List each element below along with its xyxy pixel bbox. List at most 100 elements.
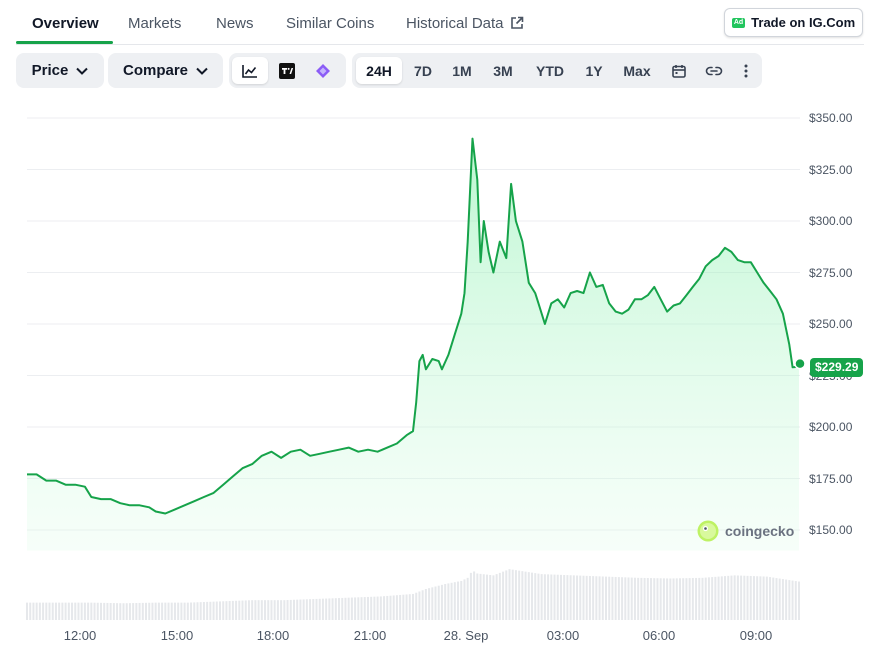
volume-bar — [469, 572, 472, 620]
volume-bar — [743, 575, 746, 620]
volume-bar — [518, 570, 521, 620]
y-tick-label: $350.00 — [809, 111, 853, 125]
volume-bar — [209, 601, 212, 620]
volume-bar — [749, 575, 752, 620]
volume-bar — [457, 581, 460, 620]
volume-bar — [534, 573, 537, 620]
volume-bar — [605, 576, 607, 620]
volume-bar — [321, 598, 324, 620]
volume-bar — [685, 578, 688, 620]
volume-bar — [328, 598, 331, 620]
volume-bar — [170, 602, 173, 620]
volume-bar — [334, 598, 337, 620]
volume-bar — [206, 601, 209, 620]
volume-bar — [231, 600, 234, 620]
volume-bar — [122, 603, 125, 620]
volume-bar — [389, 595, 392, 620]
price-area — [27, 138, 799, 551]
volume-bar — [383, 596, 386, 620]
volume-bar — [341, 597, 344, 620]
volume-bar — [109, 603, 112, 620]
volume-bar — [415, 592, 418, 620]
volume-bar — [286, 600, 289, 620]
volume-bar — [257, 600, 260, 620]
volume-bar — [675, 578, 678, 620]
volume-bar — [421, 590, 424, 620]
volume-bar — [752, 576, 755, 620]
last-price-dot — [794, 357, 806, 370]
volume-bar — [196, 602, 199, 620]
volume-bar — [302, 599, 305, 620]
volume-bar — [666, 578, 669, 620]
volume-bar — [566, 575, 569, 620]
volume-bar — [264, 600, 267, 620]
volume-bar — [138, 602, 141, 620]
y-tick-label: $275.00 — [809, 266, 853, 280]
volume-bar — [769, 577, 772, 620]
volume-bar — [662, 578, 665, 620]
volume-bar — [93, 602, 96, 620]
volume-bar — [627, 577, 630, 620]
volume-bar — [183, 602, 186, 620]
volume-bar — [701, 577, 704, 620]
volume-bar — [576, 575, 579, 620]
y-tick-label: $250.00 — [809, 317, 853, 331]
volume-bar — [650, 578, 653, 620]
volume-bar — [637, 577, 640, 620]
volume-bar — [408, 594, 411, 620]
volume-bar — [711, 577, 714, 620]
volume-bar — [83, 602, 86, 620]
y-tick-label: $200.00 — [809, 420, 853, 434]
volume-bar — [45, 602, 48, 620]
volume-bar — [653, 578, 656, 620]
volume-bar — [418, 591, 421, 620]
volume-bar — [431, 587, 434, 620]
volume-bar — [26, 602, 28, 620]
volume-bar — [485, 574, 488, 620]
volume-bar — [498, 572, 501, 620]
x-tick-label: 09:00 — [739, 628, 773, 643]
volume-bar — [350, 597, 353, 620]
volume-bar — [315, 598, 318, 620]
volume-bar — [402, 594, 405, 620]
volume-bar — [788, 580, 791, 620]
volume-bar — [370, 596, 373, 620]
volume-bar — [444, 584, 447, 620]
volume-bar — [502, 571, 505, 620]
volume-bar — [437, 585, 440, 620]
volume-bar — [103, 602, 106, 620]
volume-bar — [260, 600, 263, 620]
volume-bar — [717, 576, 720, 620]
volume-bar — [495, 574, 498, 620]
volume-bar — [35, 602, 38, 620]
volume-bar — [724, 576, 727, 620]
volume-bar — [325, 598, 328, 620]
volume-bar — [617, 577, 620, 620]
x-tick-label: 06:00 — [642, 628, 676, 643]
y-tick-label: $325.00 — [809, 163, 853, 177]
volume-bar — [395, 595, 398, 620]
volume-bar — [96, 602, 99, 620]
x-tick-label: 21:00 — [353, 628, 387, 643]
coingecko-watermark: coingecko — [697, 520, 794, 542]
volume-bar — [463, 579, 466, 620]
volume-bar — [267, 600, 270, 620]
price-chart — [26, 117, 806, 620]
volume-bar — [386, 595, 389, 620]
volume-bar — [280, 600, 283, 620]
volume-bar — [119, 603, 122, 620]
volume-bar — [276, 600, 279, 620]
volume-bar — [80, 602, 83, 620]
volume-bar — [54, 602, 57, 620]
volume-bar — [762, 576, 765, 620]
volume-bar — [48, 602, 51, 620]
volume-bar — [132, 603, 135, 620]
volume-bar — [363, 597, 366, 620]
volume-bar — [202, 602, 205, 620]
volume-bar — [531, 572, 534, 620]
volume-bar — [254, 600, 257, 620]
volume-bar — [727, 575, 730, 620]
volume-bar — [592, 576, 595, 620]
volume-bar — [405, 594, 408, 620]
volume-bar — [331, 598, 334, 620]
